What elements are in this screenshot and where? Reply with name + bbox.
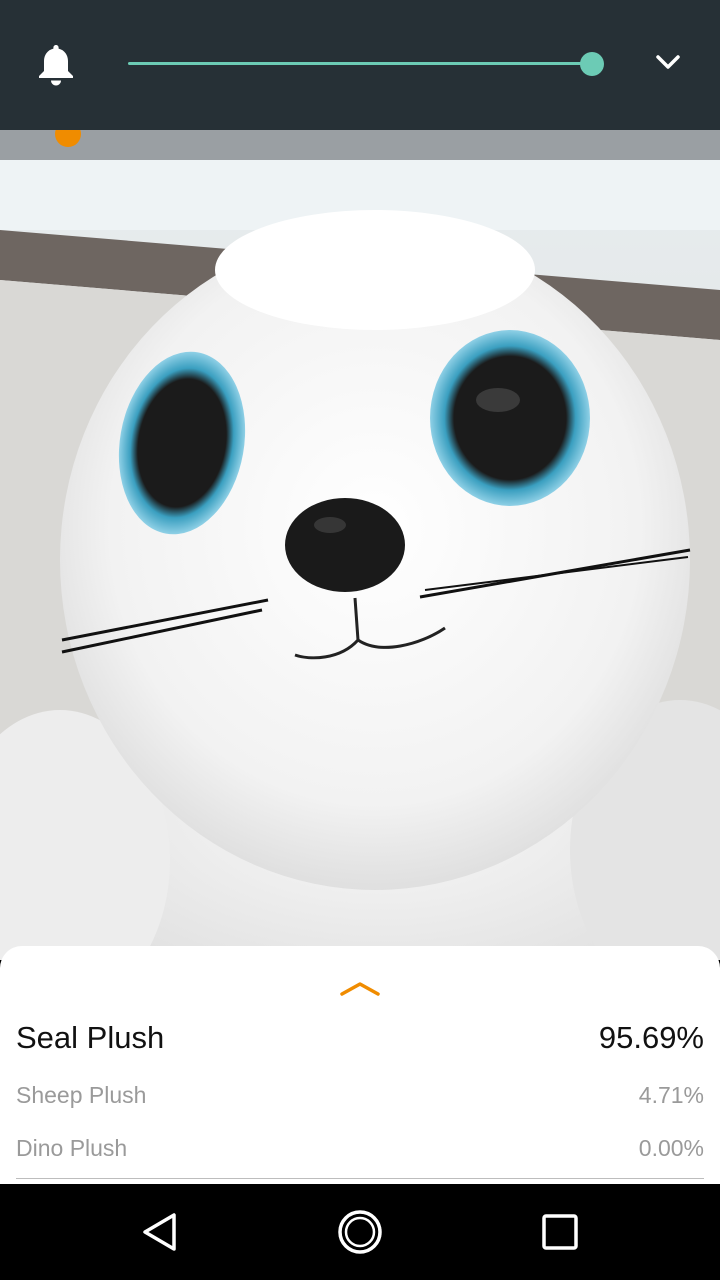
system-nav-bar [0, 1184, 720, 1280]
seal-plush-image [0, 130, 720, 960]
bell-icon[interactable] [36, 42, 76, 86]
back-triangle-icon[interactable] [140, 1212, 180, 1252]
slider-thumb[interactable] [580, 52, 604, 76]
chevron-up-icon[interactable] [338, 980, 382, 998]
result-label: Sheep Plush [16, 1081, 147, 1108]
top-toolbar [0, 0, 720, 130]
chevron-down-icon[interactable] [654, 50, 682, 74]
result-score: 95.69% [598, 1020, 704, 1055]
home-circle-icon[interactable] [336, 1208, 384, 1256]
result-score: 0.00% [638, 1134, 704, 1161]
results-divider [16, 1178, 704, 1179]
result-score: 4.71% [638, 1081, 704, 1108]
top-result-row: Seal Plush 95.69% [16, 1018, 704, 1058]
slider-track [128, 62, 592, 65]
recents-square-icon[interactable] [540, 1212, 580, 1252]
threshold-slider[interactable] [128, 52, 604, 76]
result-label: Seal Plush [16, 1020, 165, 1055]
camera-preview [0, 130, 720, 960]
result-label: Dino Plush [16, 1134, 128, 1161]
result-row: Sheep Plush 4.71% [16, 1080, 704, 1110]
result-row: Dino Plush 0.00% [16, 1133, 704, 1163]
